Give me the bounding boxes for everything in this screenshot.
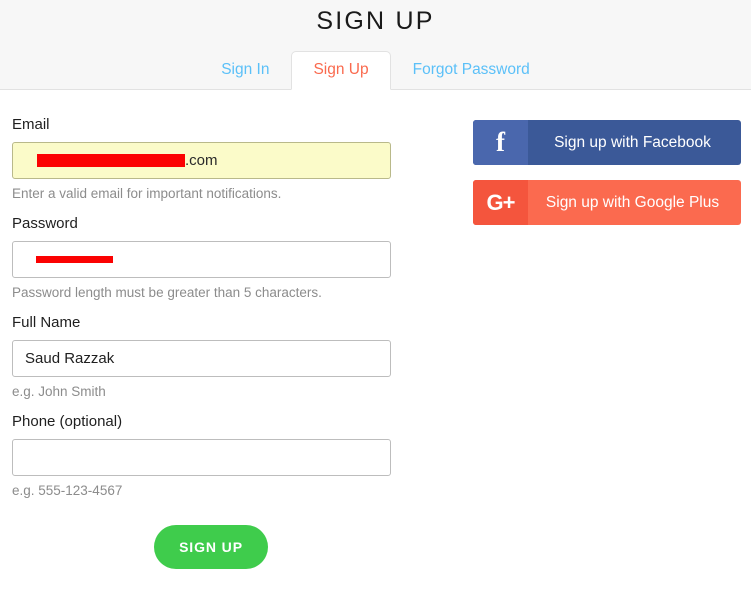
full-name-label: Full Name	[12, 314, 81, 331]
google-plus-signup-button[interactable]: G+ Sign up with Google Plus	[473, 180, 741, 225]
full-name-hint: e.g. John Smith	[12, 384, 106, 399]
password-label: Password	[12, 215, 78, 232]
email-domain-suffix: .com	[185, 151, 218, 169]
phone-hint: e.g. 555-123-4567	[12, 483, 123, 498]
submit-row: SIGN UP	[12, 512, 404, 569]
phone-input[interactable]	[12, 439, 391, 476]
facebook-glyph: f	[496, 127, 505, 157]
email-label: Email	[12, 116, 50, 133]
email-redaction-bar	[37, 154, 185, 167]
social-login-panel: f Sign up with Facebook G+ Sign up with …	[404, 90, 751, 240]
google-plus-signup-label: Sign up with Google Plus	[545, 193, 720, 211]
page-title: SIGN UP	[316, 7, 435, 35]
full-name-field-group: Full Name Saud Razzak e.g. John Smith	[12, 314, 404, 400]
password-input[interactable]	[12, 241, 391, 278]
full-name-value: Saud Razzak	[25, 349, 115, 367]
facebook-icon: f	[473, 120, 528, 165]
full-name-input[interactable]: Saud Razzak	[12, 340, 391, 377]
email-value: .com	[37, 152, 218, 170]
google-plus-glyph: G+	[486, 189, 516, 215]
signup-form: Email .com Enter a valid email for impor…	[0, 90, 404, 569]
signup-content: Email .com Enter a valid email for impor…	[0, 90, 751, 611]
tab-sign-in-label: Sign In	[221, 61, 270, 78]
email-field-group: Email .com Enter a valid email for impor…	[12, 116, 404, 202]
tab-sign-up[interactable]: Sign Up	[291, 51, 391, 90]
email-input[interactable]: .com	[12, 142, 391, 179]
password-redaction-bar	[36, 256, 113, 263]
tab-sign-in[interactable]: Sign In	[199, 51, 291, 90]
password-hint: Password length must be greater than 5 c…	[12, 285, 322, 300]
facebook-signup-button[interactable]: f Sign up with Facebook	[473, 120, 741, 165]
sign-up-button[interactable]: SIGN UP	[154, 525, 268, 569]
tab-forgot-password[interactable]: Forgot Password	[391, 51, 552, 90]
page-header: SIGN UP Sign In Sign Up Forgot Password	[0, 0, 751, 90]
facebook-signup-label: Sign up with Facebook	[554, 133, 711, 151]
phone-field-group: Phone (optional) e.g. 555-123-4567	[12, 413, 404, 499]
auth-tab-bar: Sign In Sign Up Forgot Password	[0, 51, 751, 90]
phone-label: Phone (optional)	[12, 413, 123, 430]
password-field-group: Password Password length must be greater…	[12, 215, 404, 301]
sign-up-button-label: SIGN UP	[179, 539, 243, 555]
tab-sign-up-label: Sign Up	[313, 61, 369, 78]
google-plus-icon: G+	[473, 180, 528, 225]
email-hint: Enter a valid email for important notifi…	[12, 186, 282, 201]
tab-forgot-password-label: Forgot Password	[412, 61, 530, 78]
